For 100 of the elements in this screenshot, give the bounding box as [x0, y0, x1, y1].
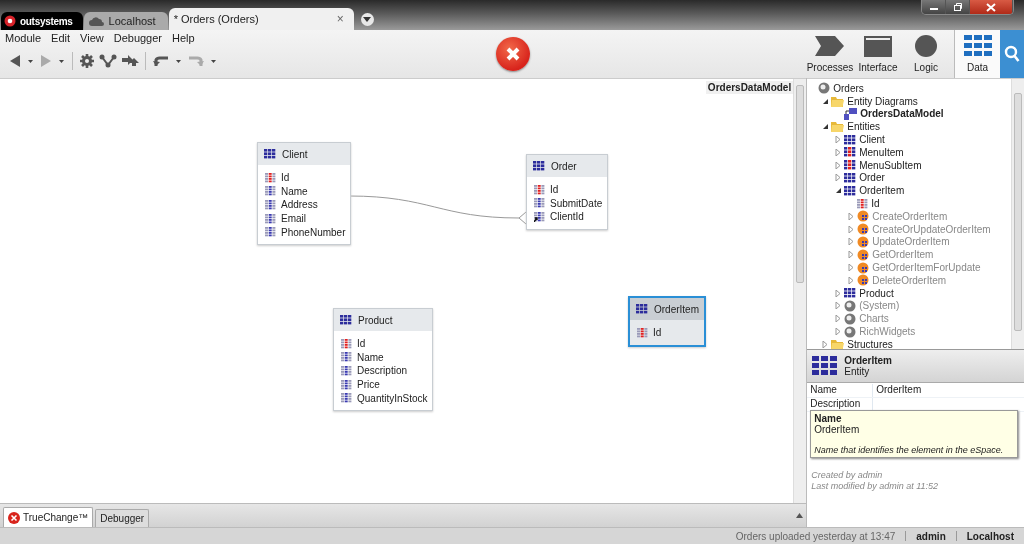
attribute-name: PhoneNumber: [281, 226, 346, 238]
table-icon: [340, 315, 352, 325]
tree-item[interactable]: DeleteOrderItem: [807, 273, 1011, 287]
folder-icon: [831, 95, 845, 107]
layer-tab[interactable]: Logic: [902, 30, 950, 78]
tree-item[interactable]: Entity Diagrams: [807, 94, 1011, 108]
restore-icon: [952, 2, 963, 12]
layer-tab[interactable]: Processes: [806, 30, 854, 78]
attribute-icon: [341, 393, 352, 404]
search-button[interactable]: [1000, 30, 1024, 78]
key-attribute-icon: [637, 327, 648, 338]
tree-item[interactable]: CreateOrderItem: [807, 209, 1011, 223]
property-label: Name: [809, 384, 838, 397]
table-icon: [636, 304, 648, 314]
cloud-icon: [88, 16, 105, 26]
tooltip-hint: Name that identifies the element in the eSpace.: [814, 445, 1005, 455]
tree-item[interactable]: CreateOrUpdateOrderItem: [807, 222, 1011, 236]
element-type: Entity: [844, 366, 871, 377]
scrollbar[interactable]: [793, 79, 807, 503]
logo-tab[interactable]: outsystems: [1, 12, 83, 30]
attribute-name: ClientId: [550, 211, 584, 223]
tree-item[interactable]: RichWidgets: [807, 325, 1011, 338]
tree-item[interactable]: OrderItem: [807, 184, 1011, 198]
property-field[interactable]: OrderItem: [872, 384, 1024, 397]
forward-icon: [39, 54, 53, 68]
action-icon: [857, 248, 870, 261]
panel-tab[interactable]: Debugger: [95, 509, 150, 527]
attribute-name: Id: [550, 184, 559, 196]
key-attribute-icon: [857, 198, 869, 209]
tree-item[interactable]: Id: [807, 197, 1011, 210]
tree-item[interactable]: MenuItem: [807, 146, 1011, 159]
minimize-button[interactable]: [922, 0, 946, 14]
close-button[interactable]: [970, 0, 1013, 14]
module-icon: [818, 82, 831, 95]
entity-card[interactable]: Order Id SubmitDate ClientId: [526, 154, 608, 230]
menu-item[interactable]: Debugger: [113, 32, 163, 44]
tree-item[interactable]: MenuSubItem: [807, 158, 1011, 172]
action-icon: [857, 274, 870, 287]
tree-item[interactable]: Charts: [807, 312, 1011, 326]
layer-tab[interactable]: Data: [954, 30, 1000, 78]
module-tab[interactable]: * Orders (Orders) ×: [168, 8, 354, 30]
table-icon: [844, 147, 857, 158]
menu-item[interactable]: Module: [5, 32, 42, 44]
tree-item[interactable]: GetOrderItemForUpdate: [807, 261, 1011, 274]
tree-item[interactable]: Structures: [807, 337, 1011, 349]
tree-item[interactable]: Client: [807, 133, 1011, 146]
property-label: Description: [809, 398, 862, 411]
window-icon: [863, 34, 893, 58]
tree-item[interactable]: Orders: [807, 82, 1011, 95]
close-tab-button[interactable]: ×: [336, 12, 344, 26]
tree-item[interactable]: (System): [807, 299, 1011, 313]
action-icon: [857, 210, 870, 223]
menu-item[interactable]: Help: [172, 32, 195, 44]
tree-item[interactable]: OrdersDataModel: [807, 107, 1011, 121]
layer-tab[interactable]: Interface: [854, 30, 902, 78]
module-tab[interactable]: Localhost: [83, 12, 168, 30]
entity-name: Order: [551, 160, 577, 172]
tree-item[interactable]: Product: [807, 286, 1011, 300]
tab-menu-button[interactable]: [360, 13, 374, 26]
tree-item[interactable]: UpdateOrderItem: [807, 235, 1011, 249]
tooltip-value: OrderItem: [814, 424, 861, 435]
attribute-name: Description: [357, 365, 408, 377]
status-message: Orders uploaded yesterday at 13:47: [735, 530, 896, 542]
redo-icon: [187, 54, 205, 68]
tree-item[interactable]: GetOrderItem: [807, 248, 1011, 262]
back-icon: [8, 54, 22, 68]
caret-icon: [363, 16, 372, 23]
menu-item[interactable]: Edit: [51, 32, 71, 44]
caret-icon: [59, 59, 64, 63]
attribute-name: Address: [281, 199, 318, 211]
tree-item[interactable]: Order: [807, 171, 1011, 185]
entity-card[interactable]: OrderItem Id: [628, 296, 706, 347]
settings-icon: [79, 53, 95, 69]
chevron-icon: [815, 34, 845, 58]
attribute-name: SubmitDate: [550, 197, 603, 209]
circle-icon: [914, 34, 938, 58]
table-icon: [844, 160, 857, 171]
element-name: OrderItem: [844, 355, 892, 366]
restore-button[interactable]: [946, 0, 970, 14]
entity-card[interactable]: Client Id Name Address Email PhoneNumber: [257, 142, 351, 245]
attribute-name: Id: [281, 172, 290, 184]
attribute-icon: [341, 366, 352, 376]
module-icon: [844, 325, 857, 338]
folder-icon: [831, 121, 845, 133]
caret-icon: [28, 59, 33, 63]
table-icon: [533, 161, 545, 171]
attribute-icon: [265, 227, 276, 238]
panel-tab[interactable]: TrueChange™: [3, 507, 94, 527]
created-info: Created by admin: [811, 470, 884, 481]
attribute-name: Id: [357, 338, 366, 350]
modified-info: Last modified by admin at 11:52: [811, 481, 939, 492]
settings-button[interactable]: [77, 51, 97, 71]
diagram-title: OrdersDataModel: [705, 81, 794, 94]
collapse-panel-icon: [796, 513, 804, 518]
tree-item[interactable]: Entities: [807, 120, 1011, 134]
scrollbar[interactable]: [1011, 79, 1024, 349]
table-icon: [844, 288, 857, 299]
entity-card[interactable]: Product Id Name Description Price QuantityInStock: [333, 308, 433, 411]
menu-item[interactable]: View: [80, 32, 104, 44]
error-button[interactable]: [496, 37, 530, 71]
